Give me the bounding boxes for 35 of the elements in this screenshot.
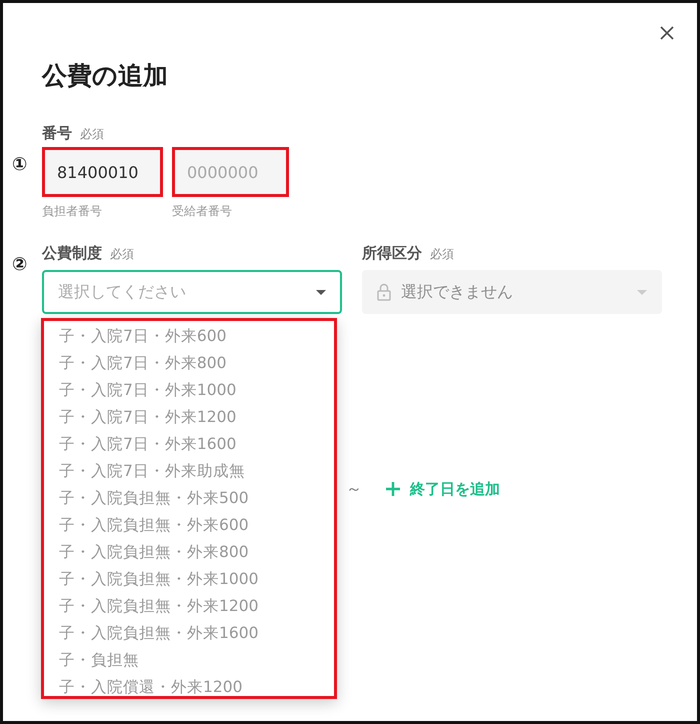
add-end-date-button[interactable]: 終了日を追加	[386, 480, 500, 498]
text-field[interactable]: 0000000	[172, 147, 289, 197]
dropdown-option[interactable]: 子・入院負担無・外来1600	[44, 620, 334, 647]
dropdown-option[interactable]: 子・入院7日・外来1600	[44, 431, 334, 458]
annotation-number: ①	[12, 154, 28, 175]
range-separator: ～	[346, 478, 362, 500]
dropdown-option[interactable]: 子・入院7日・外来1200	[44, 404, 334, 431]
dropdown-option[interactable]: 子・入院負担無・外来600	[44, 512, 334, 539]
dropdown-option[interactable]: 子・入院負担無・外来800	[44, 539, 334, 566]
field-label: 番号	[42, 124, 72, 143]
select-field[interactable]: 選択してください	[42, 270, 342, 314]
text-field[interactable]: 81400010	[42, 147, 163, 197]
dialog-title: 公費の追加	[42, 60, 168, 92]
required-label: 必須	[110, 246, 134, 263]
dropdown-option[interactable]: 子・入院負担無・外来500	[44, 485, 334, 512]
dropdown-option[interactable]: 子・入院負担無・外来1200	[44, 593, 334, 620]
dropdown-option[interactable]: 子・入院7日・外来1000	[44, 377, 334, 404]
field-label: 所得区分	[362, 244, 422, 263]
dropdown-option[interactable]: 子・入院7日・外来600	[44, 323, 334, 350]
lock-icon	[377, 283, 391, 301]
helper-text: 受給者番号	[172, 203, 233, 220]
required-label: 必須	[430, 246, 454, 263]
helper-text: 負担者番号	[42, 203, 103, 220]
dropdown-option[interactable]: 子・入院7日・外来800	[44, 350, 334, 377]
annotation-number: ②	[12, 254, 28, 275]
caret-icon	[316, 290, 326, 294]
close-icon[interactable]	[659, 25, 675, 41]
dropdown-option[interactable]: 子・入院負担無・外来1000	[44, 566, 334, 593]
dropdown-option[interactable]: 子・入院償還・外来1200	[44, 674, 334, 701]
caret-icon	[637, 290, 647, 294]
plus-icon	[386, 482, 400, 496]
required-label: 必須	[80, 126, 104, 143]
dropdown-option[interactable]: 子・入院7日・外来助成無	[44, 458, 334, 485]
dropdown-option[interactable]: 子・負担無	[44, 647, 334, 674]
field-label: 公費制度	[42, 244, 102, 263]
